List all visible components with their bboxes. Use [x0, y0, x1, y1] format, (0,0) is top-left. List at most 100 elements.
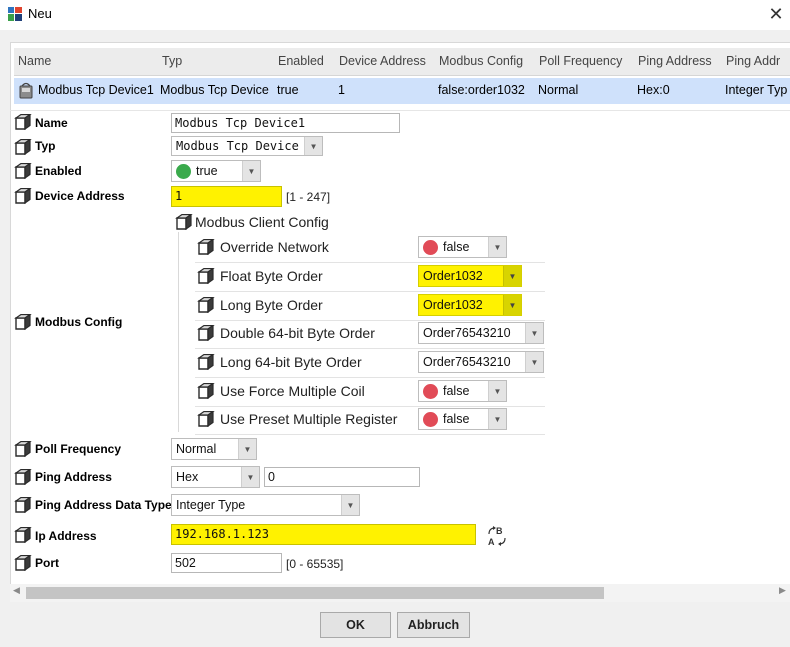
typ-value: Modbus Tcp Device — [176, 139, 299, 153]
ping-address-type-select[interactable]: Hex ▼ — [171, 466, 260, 488]
long-64bit-byte-order-select[interactable]: Order76543210 ▼ — [418, 351, 544, 373]
horizontal-scrollbar[interactable]: ◀ ▶ — [10, 584, 790, 602]
override-network-label: Override Network — [220, 239, 329, 255]
property-icon — [15, 555, 31, 571]
poll-frequency-label: Poll Frequency — [35, 442, 122, 456]
chevron-down-icon[interactable]: ▼ — [488, 381, 506, 401]
text-transform-icon[interactable]: B A — [486, 525, 508, 547]
group-icon — [176, 214, 192, 230]
ping-address-field[interactable]: 0 — [264, 467, 420, 487]
property-icon — [15, 163, 31, 179]
enabled-label: Enabled — [35, 164, 82, 178]
float-byte-order-label: Float Byte Order — [220, 268, 323, 284]
modbus-config-label: Modbus Config — [35, 315, 123, 329]
true-status-icon — [176, 164, 191, 179]
ping-address-data-type-label: Ping Address Data Type — [35, 498, 172, 512]
column-header-enabled[interactable]: Enabled — [278, 54, 324, 68]
table-row[interactable]: Modbus Tcp Device1 Modbus Tcp Device tru… — [14, 78, 790, 104]
title-bar: Neu ✕ — [0, 0, 790, 30]
cell-ping-addr: Integer Typ — [725, 83, 788, 97]
use-preset-multiple-register-select[interactable]: false ▼ — [418, 408, 507, 430]
cell-typ: Modbus Tcp Device — [160, 83, 269, 97]
row-separator — [195, 291, 545, 292]
port-field[interactable]: 502 — [171, 553, 282, 573]
override-network-value: false — [443, 240, 470, 254]
device-icon — [19, 82, 33, 99]
use-force-multiple-coil-select[interactable]: false ▼ — [418, 380, 507, 402]
property-icon — [198, 354, 214, 370]
row-separator — [195, 406, 545, 407]
enabled-select[interactable]: true ▼ — [171, 160, 261, 182]
column-header-ping-addr[interactable]: Ping Addr — [726, 54, 780, 68]
column-header-name[interactable]: Name — [18, 54, 51, 68]
cell-ping-address: Hex:0 — [637, 83, 670, 97]
cell-device-address: 1 — [338, 83, 345, 97]
poll-frequency-select[interactable]: Normal ▼ — [171, 438, 257, 460]
scroll-left-icon[interactable]: ◀ — [13, 586, 20, 596]
chevron-down-icon[interactable]: ▼ — [488, 237, 506, 257]
chevron-down-icon[interactable]: ▼ — [525, 352, 543, 372]
chevron-down-icon[interactable]: ▼ — [488, 409, 506, 429]
column-header-typ[interactable]: Typ — [162, 54, 182, 68]
chevron-down-icon[interactable]: ▼ — [241, 467, 259, 487]
float-byte-order-value: Order1032 — [423, 269, 483, 283]
use-preset-multiple-register-label: Use Preset Multiple Register — [220, 411, 398, 427]
device-address-field[interactable]: 1 — [171, 186, 282, 207]
close-button[interactable]: ✕ — [762, 0, 790, 28]
name-field[interactable]: Modbus Tcp Device1 — [171, 113, 400, 133]
cell-enabled: true — [277, 83, 299, 97]
ip-address-label: Ip Address — [35, 529, 97, 543]
ping-address-data-type-select[interactable]: Integer Type ▼ — [171, 494, 360, 516]
ok-button[interactable]: OK — [320, 612, 391, 638]
property-icon — [198, 268, 214, 284]
double-64bit-byte-order-label: Double 64-bit Byte Order — [220, 325, 375, 341]
property-icon — [15, 114, 31, 130]
long-byte-order-select[interactable]: Order1032 ▼ — [418, 294, 522, 316]
chevron-down-icon[interactable]: ▼ — [242, 161, 260, 181]
row-separator — [195, 434, 545, 435]
column-header-modbus-config[interactable]: Modbus Config — [439, 54, 523, 68]
property-icon — [198, 411, 214, 427]
table-header: Name Typ Enabled Device Address Modbus C… — [14, 48, 790, 76]
tree-guide — [178, 232, 179, 432]
typ-select[interactable]: Modbus Tcp Device ▼ — [171, 136, 323, 156]
chevron-down-icon[interactable]: ▼ — [304, 137, 322, 155]
scroll-right-icon[interactable]: ▶ — [779, 586, 786, 596]
property-icon — [15, 469, 31, 485]
chevron-down-icon[interactable]: ▼ — [525, 323, 543, 343]
device-address-range: [1 - 247] — [286, 190, 331, 204]
column-header-device-address[interactable]: Device Address — [339, 54, 426, 68]
port-range: [0 - 65535] — [286, 557, 344, 571]
dialog-content — [10, 42, 790, 602]
double-64bit-byte-order-select[interactable]: Order76543210 ▼ — [418, 322, 544, 344]
chevron-down-icon[interactable]: ▼ — [238, 439, 256, 459]
device-address-label: Device Address — [35, 189, 125, 203]
close-icon: ✕ — [768, 3, 784, 25]
chevron-down-icon[interactable]: ▼ — [503, 266, 521, 286]
cell-modbus-config: false:order1032 — [438, 83, 525, 97]
use-force-multiple-coil-label: Use Force Multiple Coil — [220, 383, 365, 399]
poll-frequency-value: Normal — [176, 442, 217, 456]
chevron-down-icon[interactable]: ▼ — [503, 295, 521, 315]
property-icon — [198, 383, 214, 399]
app-icon — [8, 7, 22, 21]
divider — [10, 110, 790, 111]
scrollbar-thumb[interactable] — [26, 587, 604, 599]
override-network-select[interactable]: false ▼ — [418, 236, 507, 258]
ip-address-field[interactable]: 192.168.1.123 — [171, 524, 476, 545]
float-byte-order-select[interactable]: Order1032 ▼ — [418, 265, 522, 287]
column-header-ping-address[interactable]: Ping Address — [638, 54, 712, 68]
name-label: Name — [35, 116, 68, 130]
enabled-value: true — [196, 164, 218, 178]
ping-address-label: Ping Address — [35, 470, 112, 484]
property-icon — [15, 497, 31, 513]
property-icon — [15, 527, 31, 543]
modbus-client-config-label: Modbus Client Config — [195, 214, 329, 230]
chevron-down-icon[interactable]: ▼ — [341, 495, 359, 515]
false-status-icon — [423, 384, 438, 399]
long-64bit-byte-order-value: Order76543210 — [423, 355, 511, 369]
cancel-button[interactable]: Abbruch — [397, 612, 470, 638]
column-header-poll-frequency[interactable]: Poll Frequency — [539, 54, 622, 68]
use-force-multiple-coil-value: false — [443, 384, 470, 398]
svg-text:A: A — [488, 537, 495, 547]
